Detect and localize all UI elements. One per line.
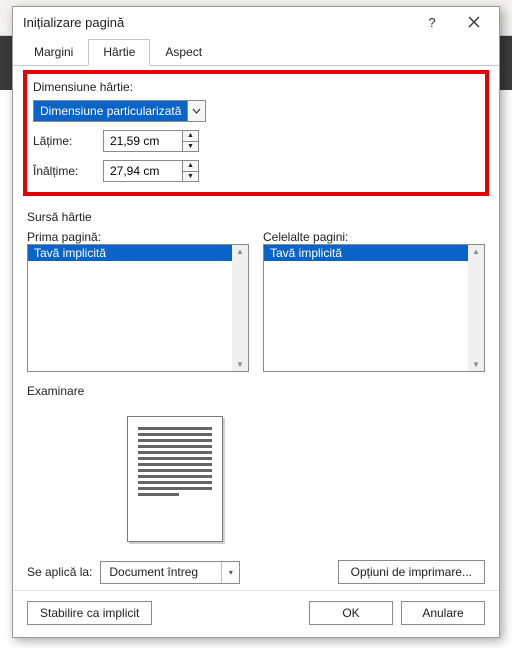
paper-size-combo[interactable]: Dimensiune particularizată — [33, 100, 206, 122]
scroll-down-icon[interactable]: ▼ — [236, 360, 244, 369]
scroll-up-icon[interactable]: ▲ — [472, 247, 480, 256]
list-item[interactable]: Tavă implicită — [264, 245, 468, 261]
close-icon — [468, 16, 480, 28]
paper-source-label: Sursă hârtie — [27, 210, 485, 224]
scrollbar[interactable]: ▲ ▼ — [232, 245, 248, 371]
other-pages-list[interactable]: Tavă implicită ▲ ▼ — [263, 244, 485, 372]
tab-margins[interactable]: Margini — [19, 39, 88, 66]
dialog-body: Dimensiune hârtie: Dimensiune particular… — [13, 66, 499, 590]
dialog-tabs: Margini Hârtie Aspect — [13, 39, 499, 66]
page-setup-dialog: Inițializare pagină ? Margini Hârtie Asp… — [12, 6, 500, 638]
scroll-up-icon[interactable]: ▲ — [236, 247, 244, 256]
list-item[interactable]: Tavă implicită — [28, 245, 232, 261]
spin-up-icon[interactable]: ▲ — [183, 161, 198, 172]
apply-to-combo[interactable]: Document întreg ▾ — [100, 561, 240, 584]
dialog-title: Inițializare pagină — [23, 15, 411, 30]
paper-size-highlight: Dimensiune hârtie: Dimensiune particular… — [23, 70, 489, 196]
close-button[interactable] — [453, 7, 495, 37]
width-input[interactable]: ▲ ▼ — [103, 130, 199, 152]
height-field[interactable] — [104, 161, 182, 181]
width-spin[interactable]: ▲ ▼ — [182, 131, 198, 151]
spin-up-icon[interactable]: ▲ — [183, 131, 198, 142]
width-label: Lățime: — [33, 134, 103, 148]
chevron-down-icon[interactable]: ▾ — [221, 562, 239, 583]
other-pages-label: Celelalte pagini: — [263, 230, 485, 244]
preview-section: Examinare — [27, 382, 485, 554]
help-button[interactable]: ? — [411, 7, 453, 37]
spin-down-icon[interactable]: ▼ — [183, 142, 198, 152]
print-options-button[interactable]: Opțiuni de imprimare... — [338, 560, 485, 584]
paper-source-section: Sursă hârtie Prima pagină: Tavă implicit… — [27, 208, 485, 372]
ok-button[interactable]: OK — [309, 601, 393, 625]
spin-down-icon[interactable]: ▼ — [183, 172, 198, 182]
page-preview — [127, 416, 223, 542]
height-label: Înălțime: — [33, 164, 103, 178]
height-input[interactable]: ▲ ▼ — [103, 160, 199, 182]
scrollbar[interactable]: ▲ ▼ — [468, 245, 484, 371]
set-default-button[interactable]: Stabilire ca implicit — [27, 601, 152, 625]
apply-to-label: Se aplică la: — [27, 565, 92, 579]
width-field[interactable] — [104, 131, 182, 151]
dialog-footer: Stabilire ca implicit OK Anulare — [13, 590, 499, 637]
first-page-label: Prima pagină: — [27, 230, 249, 244]
tab-paper[interactable]: Hârtie — [88, 39, 150, 66]
dialog-titlebar: Inițializare pagină ? — [13, 7, 499, 37]
preview-label: Examinare — [27, 384, 485, 398]
scroll-down-icon[interactable]: ▼ — [472, 360, 480, 369]
cancel-button[interactable]: Anulare — [401, 601, 485, 625]
apply-to-value: Document întreg — [101, 562, 221, 583]
apply-to-row: Se aplică la: Document întreg ▾ Opțiuni … — [27, 560, 485, 584]
tab-layout[interactable]: Aspect — [150, 39, 217, 66]
paper-size-value: Dimensiune particularizată — [34, 101, 187, 121]
height-spin[interactable]: ▲ ▼ — [182, 161, 198, 181]
paper-size-label: Dimensiune hârtie: — [33, 80, 479, 94]
chevron-down-icon[interactable] — [187, 101, 205, 121]
first-page-list[interactable]: Tavă implicită ▲ ▼ — [27, 244, 249, 372]
